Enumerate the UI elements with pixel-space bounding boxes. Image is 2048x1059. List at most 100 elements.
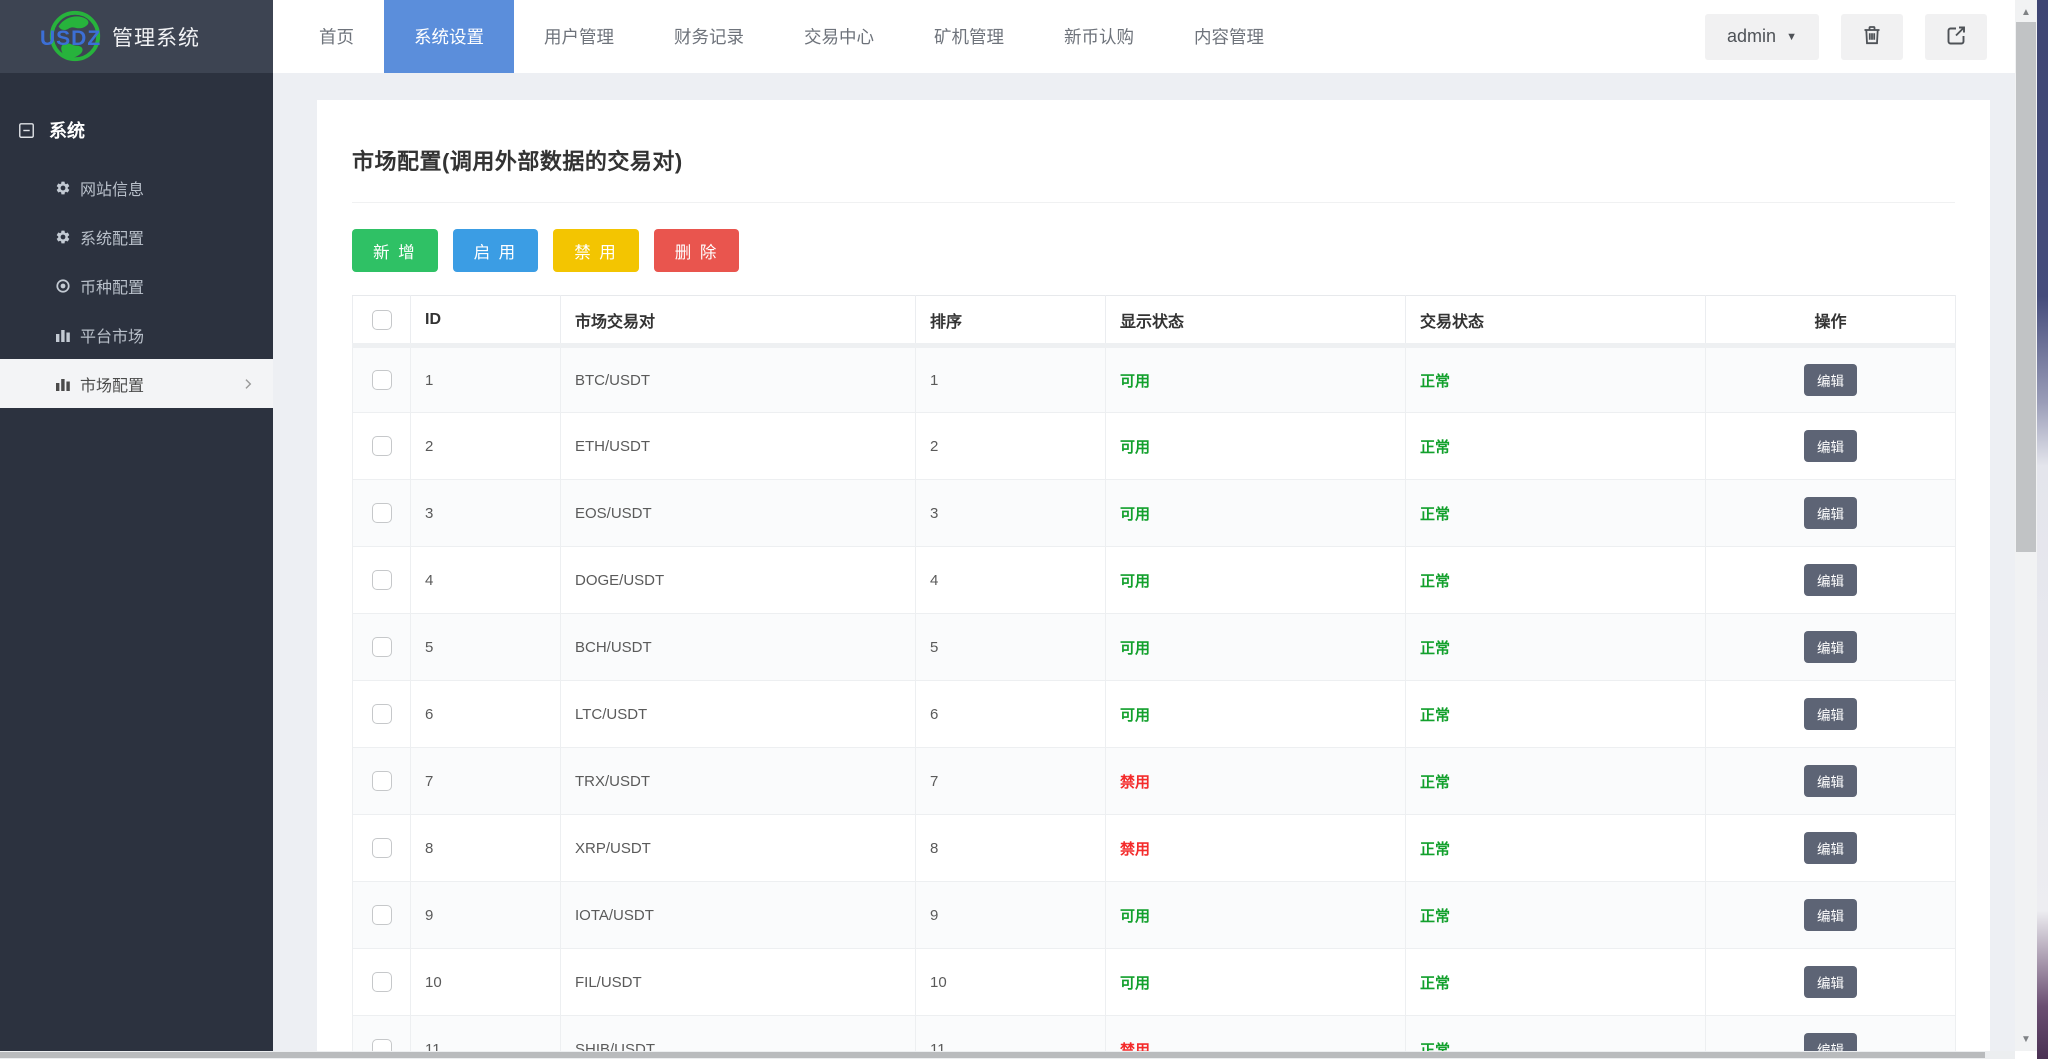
- edit-button[interactable]: 编辑: [1804, 364, 1857, 396]
- row-sort: 10: [916, 949, 1106, 1016]
- edit-button[interactable]: 编辑: [1804, 497, 1857, 529]
- row-pair: TRX/USDT: [561, 748, 916, 815]
- table-header-row: ID市场交易对排序显示状态交易状态操作: [353, 296, 1956, 346]
- table-row: 2ETH/USDT2可用正常编辑: [353, 413, 1956, 480]
- trash-icon: [1860, 23, 1884, 50]
- topnav-item-0[interactable]: 首页: [289, 0, 384, 73]
- table-row: 1BTC/USDT1可用正常编辑: [353, 346, 1956, 413]
- table-row: 9IOTA/USDT9可用正常编辑: [353, 882, 1956, 949]
- row-checkbox[interactable]: [372, 972, 392, 992]
- market-pairs-table: ID市场交易对排序显示状态交易状态操作 1BTC/USDT1可用正常编辑2ETH…: [352, 295, 1956, 1051]
- enable-button[interactable]: 启 用: [453, 229, 539, 272]
- window-edge-strip: [2037, 0, 2048, 1059]
- sidebar-items: 网站信息系统配置币种配置平台市场市场配置: [0, 163, 273, 408]
- display-status-badge: 禁用: [1120, 841, 1150, 858]
- app-logo[interactable]: USDZ 管理系统: [0, 0, 273, 73]
- row-checkbox[interactable]: [372, 370, 392, 390]
- row-checkbox[interactable]: [372, 637, 392, 657]
- row-id: 5: [411, 614, 561, 681]
- row-pair: EOS/USDT: [561, 480, 916, 547]
- row-checkbox[interactable]: [372, 503, 392, 523]
- edit-button[interactable]: 编辑: [1804, 832, 1857, 864]
- row-pair: BTC/USDT: [561, 346, 916, 413]
- trash-button[interactable]: [1841, 14, 1903, 60]
- edit-button[interactable]: 编辑: [1804, 765, 1857, 797]
- row-sort: 5: [916, 614, 1106, 681]
- topnav-item-4[interactable]: 交易中心: [774, 0, 904, 73]
- horizontal-scrollbar[interactable]: [0, 1051, 2015, 1059]
- row-id: 1: [411, 346, 561, 413]
- vertical-scrollbar[interactable]: ▲ ▼: [2015, 0, 2037, 1051]
- row-checkbox[interactable]: [372, 704, 392, 724]
- sidebar-section-system[interactable]: 系统: [0, 115, 273, 145]
- header-actions: admin ▼: [1705, 0, 2015, 73]
- edit-button[interactable]: 编辑: [1804, 430, 1857, 462]
- row-sort: 4: [916, 547, 1106, 614]
- sidebar-item-4[interactable]: 市场配置: [0, 359, 273, 408]
- sidebar-item-label: 币种配置: [80, 274, 144, 298]
- topnav-item-6[interactable]: 新币认购: [1034, 0, 1164, 73]
- main-column: 首页系统设置用户管理财务记录交易中心矿机管理新币认购内容管理 admin ▼: [273, 0, 2015, 1051]
- row-sort: 2: [916, 413, 1106, 480]
- topnav-item-3[interactable]: 财务记录: [644, 0, 774, 73]
- gear-icon: [55, 229, 71, 245]
- edit-button[interactable]: 编辑: [1804, 1033, 1857, 1051]
- sidebar-item-label: 平台市场: [80, 323, 144, 347]
- row-checkbox[interactable]: [372, 570, 392, 590]
- row-checkbox[interactable]: [372, 771, 392, 791]
- delete-button[interactable]: 删 除: [654, 229, 740, 272]
- row-sort: 7: [916, 748, 1106, 815]
- trade-status-badge: 正常: [1420, 908, 1450, 925]
- topnav-item-7[interactable]: 内容管理: [1164, 0, 1294, 73]
- row-id: 9: [411, 882, 561, 949]
- column-header-5: 操作: [1706, 296, 1956, 346]
- horizontal-scrollbar-thumb[interactable]: [0, 1052, 1985, 1058]
- edit-button[interactable]: 编辑: [1804, 899, 1857, 931]
- topnav-item-2[interactable]: 用户管理: [514, 0, 644, 73]
- user-menu-button[interactable]: admin ▼: [1705, 14, 1819, 60]
- table-row: 10FIL/USDT10可用正常编辑: [353, 949, 1956, 1016]
- row-checkbox[interactable]: [372, 1039, 392, 1051]
- sidebar-item-2[interactable]: 币种配置: [0, 261, 273, 310]
- sidebar-item-1[interactable]: 系统配置: [0, 212, 273, 261]
- topnav-item-5[interactable]: 矿机管理: [904, 0, 1034, 73]
- display-status-badge: 可用: [1120, 373, 1150, 390]
- disable-button[interactable]: 禁 用: [553, 229, 639, 272]
- display-status-badge: 可用: [1120, 506, 1150, 523]
- trade-status-badge: 正常: [1420, 373, 1450, 390]
- row-checkbox[interactable]: [372, 838, 392, 858]
- vertical-scrollbar-thumb[interactable]: [2016, 22, 2036, 552]
- row-sort: 6: [916, 681, 1106, 748]
- trade-status-badge: 正常: [1420, 506, 1450, 523]
- trade-status-badge: 正常: [1420, 774, 1450, 791]
- edit-button[interactable]: 编辑: [1804, 631, 1857, 663]
- display-status-badge: 可用: [1120, 908, 1150, 925]
- row-pair: ETH/USDT: [561, 413, 916, 480]
- scroll-down-arrow-icon[interactable]: ▼: [2015, 1029, 2037, 1049]
- display-status-badge: 可用: [1120, 439, 1150, 456]
- display-status-badge: 可用: [1120, 640, 1150, 657]
- row-pair: FIL/USDT: [561, 949, 916, 1016]
- column-header-0: ID: [411, 296, 561, 346]
- topnav-item-1[interactable]: 系统设置: [384, 0, 514, 73]
- select-all-checkbox[interactable]: [372, 310, 392, 330]
- table-row: 11SHIB/USDT11禁用正常编辑: [353, 1016, 1956, 1052]
- toolbar: 新 增启 用禁 用删 除: [352, 229, 1955, 272]
- row-checkbox[interactable]: [372, 905, 392, 925]
- edit-button[interactable]: 编辑: [1804, 564, 1857, 596]
- row-checkbox[interactable]: [372, 436, 392, 456]
- edit-button[interactable]: 编辑: [1804, 966, 1857, 998]
- sidebar-item-label: 市场配置: [80, 372, 144, 396]
- row-id: 6: [411, 681, 561, 748]
- scroll-up-arrow-icon[interactable]: ▲: [2015, 2, 2037, 22]
- sidebar-item-3[interactable]: 平台市场: [0, 310, 273, 359]
- edit-button[interactable]: 编辑: [1804, 698, 1857, 730]
- sidebar-item-0[interactable]: 网站信息: [0, 163, 273, 212]
- export-button[interactable]: [1925, 14, 1987, 60]
- column-header-3: 显示状态: [1106, 296, 1406, 346]
- top-header: 首页系统设置用户管理财务记录交易中心矿机管理新币认购内容管理 admin ▼: [273, 0, 2015, 73]
- row-pair: LTC/USDT: [561, 681, 916, 748]
- row-id: 11: [411, 1016, 561, 1052]
- add-button[interactable]: 新 增: [352, 229, 438, 272]
- bar-chart-icon: [55, 327, 71, 343]
